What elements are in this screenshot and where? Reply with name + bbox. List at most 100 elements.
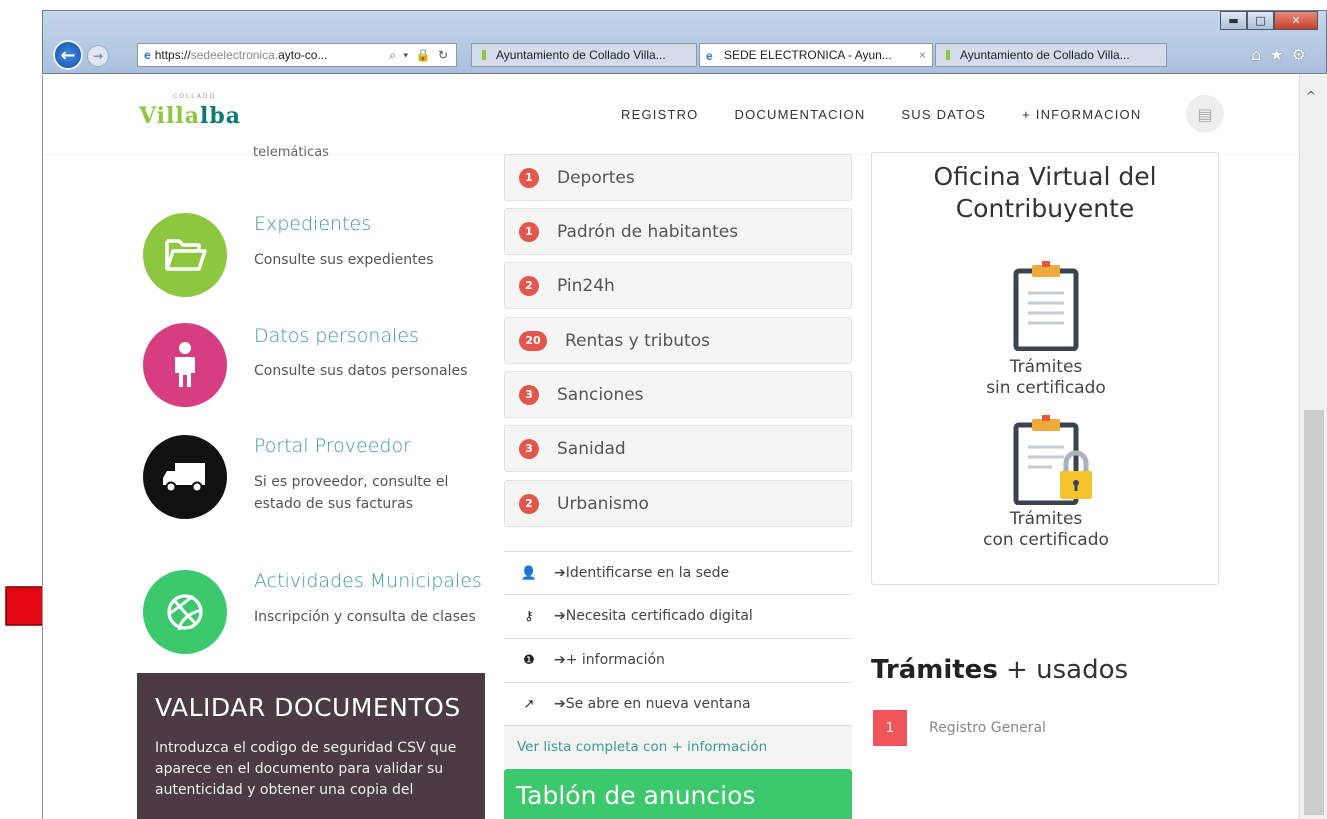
address-scheme: https://	[154, 48, 191, 62]
back-button[interactable]: ←	[53, 40, 83, 70]
legend-row: 👤 ➔Identificarse en la sede	[504, 551, 852, 594]
category-item[interactable]: 20 Rentas y tributos	[504, 317, 852, 364]
address-controls[interactable]: ⌕ ▾ 🔒 ↻	[389, 48, 450, 63]
datos-personales-desc: Consulte sus datos personales	[254, 363, 468, 379]
nav-informacion[interactable]: + INFORMACION	[1022, 107, 1141, 122]
logo-text-3: a	[225, 103, 242, 129]
screenshot-root: ▬ □ ✕ ← → e https:// sedeelectronica. ay…	[0, 0, 1327, 819]
category-item[interactable]: 1 Deportes	[504, 154, 852, 201]
nav-sus-datos[interactable]: SUS DATOS	[901, 107, 986, 122]
site-favicon-icon	[946, 50, 950, 60]
minimize-button[interactable]: ▬	[1220, 11, 1247, 30]
nav-documentacion[interactable]: DOCUMENTACION	[735, 107, 866, 122]
logo-text-1: Villa	[139, 103, 201, 129]
sin-certificado-label[interactable]: Trámites sin certificado	[872, 357, 1220, 399]
actividades-circle[interactable]	[143, 570, 227, 654]
category-count-badge: 2	[519, 275, 539, 296]
maximize-button[interactable]: □	[1247, 11, 1274, 30]
browser-tab[interactable]: Ayuntamiento de Collado Villa...	[471, 43, 697, 67]
document-icon[interactable]: ▤	[1186, 95, 1224, 133]
oficina-title: Oficina Virtual del Contribuyente	[933, 162, 1157, 223]
sin-cert-line2: sin certificado	[986, 378, 1106, 398]
tramites-rest: + usados	[997, 655, 1129, 685]
ver-lista-link[interactable]: Ver lista completa con + información	[504, 725, 852, 768]
category-count-badge: 3	[519, 438, 539, 459]
category-label: Pin24h	[557, 275, 615, 296]
tab-label: Ayuntamiento de Collado Villa...	[960, 48, 1130, 62]
ie-icon: e	[706, 49, 713, 63]
browser-chrome: ▬ □ ✕ ← → e https:// sedeelectronica. ay…	[42, 10, 1327, 74]
window-controls: ▬ □ ✕	[1220, 11, 1318, 30]
tramite-number: 1	[873, 710, 907, 746]
datos-personales-title[interactable]: Datos personales	[254, 325, 419, 347]
con-cert-line1: Trámites	[1009, 509, 1083, 529]
category-count-badge: 2	[519, 493, 539, 514]
category-item[interactable]: 3 Sanciones	[504, 371, 852, 418]
actividades-desc: Inscripción y consulta de clases	[254, 609, 476, 625]
actividades-title[interactable]: Actividades Municipales	[254, 570, 482, 592]
validar-title: VALIDAR DOCUMENTOS	[155, 693, 461, 722]
tablon-anuncios-button[interactable]: Tablón de anuncios	[504, 769, 852, 819]
category-label: Sanciones	[557, 384, 644, 405]
cut-off-text: telemáticas	[253, 145, 329, 160]
site-header: COLLADO Villalba REGISTRO DOCUMENTACION …	[43, 75, 1298, 155]
category-label: Urbanismo	[557, 493, 649, 514]
datos-personales-circle[interactable]	[143, 323, 227, 407]
close-window-button[interactable]: ✕	[1274, 11, 1318, 30]
close-tab-icon[interactable]: ×	[919, 48, 926, 62]
legend-label: ➔Identificarse en la sede	[554, 565, 730, 581]
page-viewport: COLLADO Villalba REGISTRO DOCUMENTACION …	[42, 75, 1327, 819]
portal-proveedor-circle[interactable]	[143, 435, 227, 519]
info-icon: ❶	[523, 652, 535, 668]
key-icon: ⚷	[524, 608, 534, 624]
address-bar[interactable]: e https:// sedeelectronica. ayto-co... ⌕…	[137, 43, 457, 67]
category-item[interactable]: 1 Padrón de habitantes	[504, 208, 852, 255]
tramites-bold: Trámites	[871, 655, 998, 685]
con-certificado-label[interactable]: Trámites con certificado	[872, 509, 1220, 551]
category-label: Rentas y tributos	[565, 330, 710, 351]
person-icon	[175, 342, 195, 387]
browser-tab-active[interactable]: e SEDE ELECTRONICA - Ayun... ×	[699, 43, 933, 67]
legend-row: ❶ ➔+ información	[504, 638, 852, 681]
category-item[interactable]: 2 Pin24h	[504, 262, 852, 309]
legend-label: ➔Se abre en nueva ventana	[554, 696, 751, 712]
category-item[interactable]: 2 Urbanismo	[504, 480, 852, 527]
clipboard-icon[interactable]	[1012, 261, 1080, 351]
forward-button[interactable]: →	[87, 45, 109, 67]
tramites-usados-title: Trámites + usados	[871, 655, 1128, 685]
expedientes-circle[interactable]	[143, 213, 227, 297]
nav-registro[interactable]: REGISTRO	[621, 107, 699, 122]
scroll-up-icon[interactable]: ^	[1306, 89, 1316, 103]
legend-label: ➔+ información	[554, 652, 665, 668]
browser-toolbar-icons[interactable]: ⌂★⚙	[1251, 45, 1314, 64]
scroll-thumb[interactable]	[1304, 410, 1324, 815]
logo-text-2: lb	[200, 103, 226, 129]
legend-label: ➔Necesita certificado digital	[554, 608, 753, 624]
logo-subtitle: COLLADO	[173, 93, 217, 100]
category-item[interactable]: 3 Sanidad	[504, 425, 852, 472]
validar-documentos-panel: VALIDAR DOCUMENTOS Introduzca el codigo …	[137, 673, 485, 819]
address-host: ayto-co...	[278, 48, 328, 62]
con-cert-line2: con certificado	[983, 530, 1109, 550]
tab-label: SEDE ELECTRONICA - Ayun...	[724, 48, 892, 62]
oficina-virtual-panel: Oficina Virtual del Contribuyente Trámit…	[871, 152, 1219, 585]
address-host-prefix: sedeelectronica.	[190, 48, 279, 62]
external-link-icon: ↗	[523, 696, 535, 712]
expedientes-title[interactable]: Expedientes	[254, 213, 371, 235]
vertical-scrollbar[interactable]: ^	[1299, 75, 1327, 819]
clipboard-lock-icon[interactable]	[1012, 415, 1102, 505]
main-nav: REGISTRO DOCUMENTACION SUS DATOS + INFOR…	[621, 107, 1177, 122]
validar-text: Introduzca el codigo de seguridad CSV qu…	[155, 740, 457, 798]
site-favicon-icon	[482, 50, 486, 60]
portal-proveedor-desc: Si es proveedor, consulte el estado de s…	[254, 474, 449, 512]
expedientes-desc: Consulte sus expedientes	[254, 252, 434, 268]
category-label: Padrón de habitantes	[557, 221, 739, 242]
category-count-badge: 3	[519, 384, 539, 405]
ball-icon	[167, 594, 203, 631]
browser-tab[interactable]: Ayuntamiento de Collado Villa...	[935, 43, 1167, 67]
sin-cert-line1: Trámites	[1009, 357, 1083, 377]
site-logo[interactable]: Villalba	[139, 103, 241, 129]
tramite-item[interactable]: 1 Registro General	[873, 710, 1046, 746]
portal-proveedor-title[interactable]: Portal Proveedor	[254, 435, 411, 457]
browser-toolbar: ← → e https:// sedeelectronica. ayto-co.…	[43, 37, 1326, 73]
